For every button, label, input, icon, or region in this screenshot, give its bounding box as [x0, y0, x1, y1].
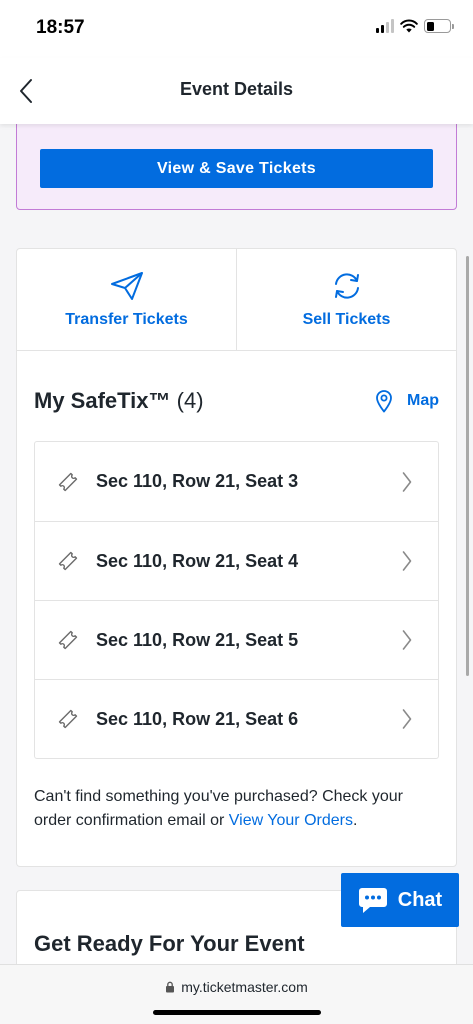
url-text: my.ticketmaster.com	[181, 979, 308, 995]
tickets-card: Transfer Tickets Sell Tickets My SafeTix…	[16, 248, 457, 867]
battery-icon	[424, 19, 454, 33]
scrollbar[interactable]	[466, 256, 469, 676]
page-title: Event Details	[179, 79, 294, 99]
safetix-title: My SafeTix™ (4)	[34, 388, 204, 414]
refresh-cycle-icon	[334, 272, 359, 299]
view-save-tickets-button[interactable]: View & Save Tickets	[40, 149, 433, 188]
chevron-right-icon	[402, 630, 412, 650]
section-title: Get Ready For Your Event	[34, 931, 305, 956]
ticket-icon	[58, 472, 78, 491]
chat-label: Chat	[397, 888, 443, 911]
save-tickets-card: View & Save Tickets	[16, 124, 457, 210]
map-label: Map	[407, 392, 439, 409]
safetix-header: My SafeTix™ (4) Map	[34, 387, 439, 415]
seat-label: Sec 110, Row 21, Seat 3	[96, 471, 299, 491]
chevron-right-icon	[402, 471, 412, 492]
sell-tickets-label: Sell Tickets	[302, 310, 391, 328]
map-pin-icon	[376, 390, 392, 413]
url-display[interactable]: my.ticketmaster.com	[0, 979, 473, 995]
view-your-orders-link[interactable]: View Your Orders	[229, 812, 353, 829]
chat-bubble-icon	[358, 888, 387, 913]
ticket-icon	[58, 630, 78, 650]
seat-row[interactable]: Sec 110, Row 21, Seat 3	[35, 442, 438, 521]
help-text-suffix: .	[352, 812, 358, 829]
ticket-icon	[58, 709, 78, 729]
seat-label: Sec 110, Row 21, Seat 4	[96, 550, 299, 571]
sell-tickets-button[interactable]: Sell Tickets	[236, 249, 456, 350]
wifi-icon	[400, 19, 418, 33]
transfer-tickets-label: Transfer Tickets	[65, 310, 188, 328]
main-content: View & Save Tickets Transfer Tickets Sel…	[0, 124, 473, 964]
ticket-actions: Transfer Tickets Sell Tickets	[17, 249, 456, 351]
status-time: 18:57	[36, 17, 85, 38]
map-link[interactable]: Map	[375, 389, 439, 413]
chat-button[interactable]: Chat	[341, 873, 459, 927]
transfer-tickets-button[interactable]: Transfer Tickets	[17, 249, 236, 350]
cellular-signal-icon	[376, 19, 394, 33]
seat-list: Sec 110, Row 21, Seat 3 Sec 110, Row 21,…	[34, 441, 439, 759]
home-indicator	[153, 1010, 321, 1015]
status-bar: 18:57	[0, 0, 473, 58]
paper-plane-icon	[110, 271, 143, 300]
seat-row[interactable]: Sec 110, Row 21, Seat 4	[35, 521, 438, 600]
seat-label: Sec 110, Row 21, Seat 5	[96, 629, 299, 650]
lock-icon	[166, 981, 175, 993]
browser-address-bar: my.ticketmaster.com	[0, 964, 473, 1024]
safetix-title-text: My SafeTix™	[34, 388, 171, 413]
chevron-right-icon	[402, 551, 412, 571]
orders-help-text: Can't find something you've purchased? C…	[34, 785, 442, 833]
status-icons	[376, 19, 454, 33]
seat-label: Sec 110, Row 21, Seat 6	[96, 708, 299, 729]
chevron-right-icon	[402, 709, 412, 729]
seat-row[interactable]: Sec 110, Row 21, Seat 6	[35, 679, 438, 758]
nav-bar: Event Details	[0, 58, 473, 124]
ticket-icon	[58, 551, 78, 571]
safetix-count: (4)	[176, 388, 204, 413]
seat-row[interactable]: Sec 110, Row 21, Seat 5	[35, 600, 438, 679]
